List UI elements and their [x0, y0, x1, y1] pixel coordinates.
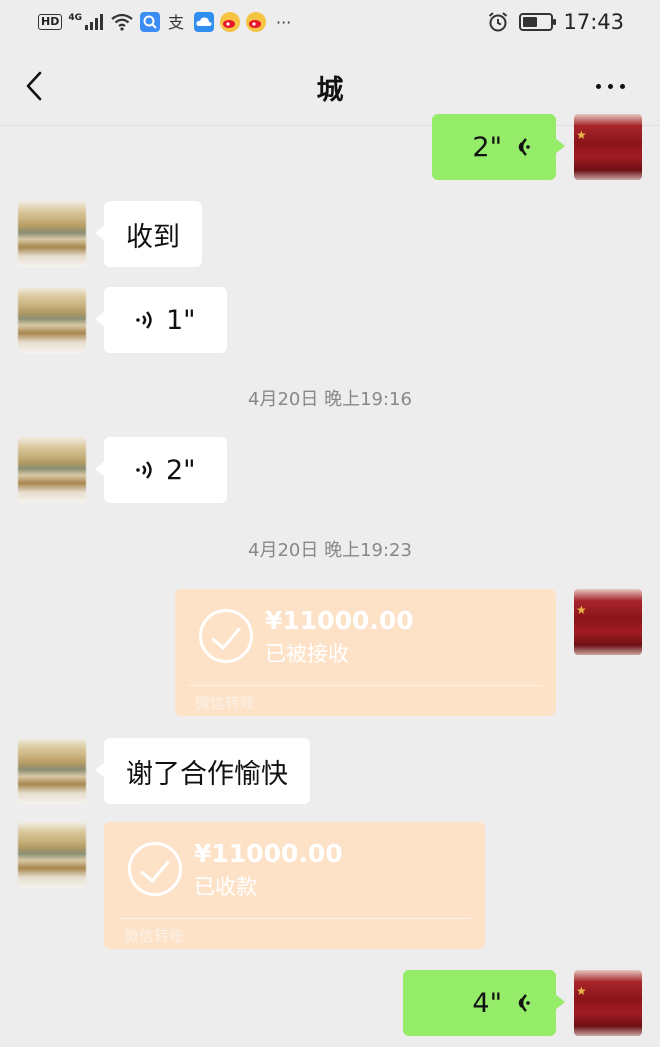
voice-wave-icon	[136, 461, 152, 479]
more-icon	[596, 83, 601, 89]
voice-message[interactable]: 4"	[403, 970, 565, 1036]
avatar[interactable]	[574, 114, 642, 180]
more-notifications-icon: ···	[276, 12, 292, 32]
voice-duration: 1"	[166, 304, 196, 336]
hd-badge: HD	[38, 14, 63, 30]
transfer-amount: ¥11000.00	[194, 839, 343, 868]
avatar[interactable]	[18, 437, 86, 503]
transfer-card[interactable]: ¥11000.00 已被接收 微信转账	[175, 589, 556, 716]
timestamp: 4月20日 晚上19:16	[248, 389, 412, 410]
transfer-status: 已被接收	[265, 642, 349, 666]
check-circle-icon	[128, 842, 182, 896]
status-time: 17:43	[563, 10, 624, 34]
transfer-brand: 微信转账	[195, 694, 256, 712]
avatar[interactable]	[18, 822, 86, 888]
network-type: 4G	[68, 13, 82, 23]
wifi-icon	[111, 13, 133, 31]
signal-icon	[85, 14, 103, 30]
battery-icon	[519, 13, 557, 31]
weibo-icon	[246, 12, 266, 32]
search-app-icon	[140, 12, 160, 32]
message-text: 谢了合作愉快	[126, 758, 288, 790]
voice-message[interactable]: 2"	[432, 114, 565, 180]
transfer-amount: ¥11000.00	[265, 606, 414, 635]
more-button[interactable]	[596, 76, 630, 96]
transfer-status: 已收款	[194, 875, 257, 899]
avatar[interactable]	[574, 970, 642, 1036]
chat-title: 城	[316, 75, 344, 106]
svg-text:支: 支	[168, 13, 184, 32]
voice-message[interactable]: 2"	[95, 437, 227, 503]
avatar[interactable]	[574, 589, 642, 655]
voice-wave-icon	[518, 994, 530, 1012]
voice-wave-icon	[136, 311, 152, 329]
voice-duration: 2"	[472, 131, 502, 163]
voice-duration: 2"	[166, 454, 196, 486]
timestamp: 4月20日 晚上19:23	[248, 540, 412, 561]
voice-duration: 4"	[472, 987, 502, 1019]
alipay-icon: 支	[168, 13, 184, 32]
avatar[interactable]	[18, 201, 86, 267]
avatar[interactable]	[18, 287, 86, 353]
message-text: 收到	[126, 221, 180, 253]
voice-wave-icon	[518, 138, 530, 156]
weibo-icon	[220, 12, 240, 32]
voice-message[interactable]: 1"	[95, 287, 227, 353]
text-message[interactable]: 谢了合作愉快	[95, 738, 310, 804]
check-circle-icon	[199, 609, 253, 663]
text-message[interactable]: 收到	[95, 201, 202, 267]
status-bar-left: HD 4G 支 ···	[38, 12, 291, 32]
avatar[interactable]	[18, 738, 86, 804]
transfer-brand: 微信转账	[124, 927, 185, 945]
cloud-app-icon	[194, 12, 214, 32]
status-bar-right: 17:43	[487, 10, 624, 34]
transfer-card[interactable]: ¥11000.00 已收款 微信转账	[104, 822, 485, 949]
chat-header: 城	[0, 46, 660, 126]
status-bar: HD 4G 支 ··· 17:43	[0, 0, 660, 46]
alarm-icon	[489, 12, 508, 32]
